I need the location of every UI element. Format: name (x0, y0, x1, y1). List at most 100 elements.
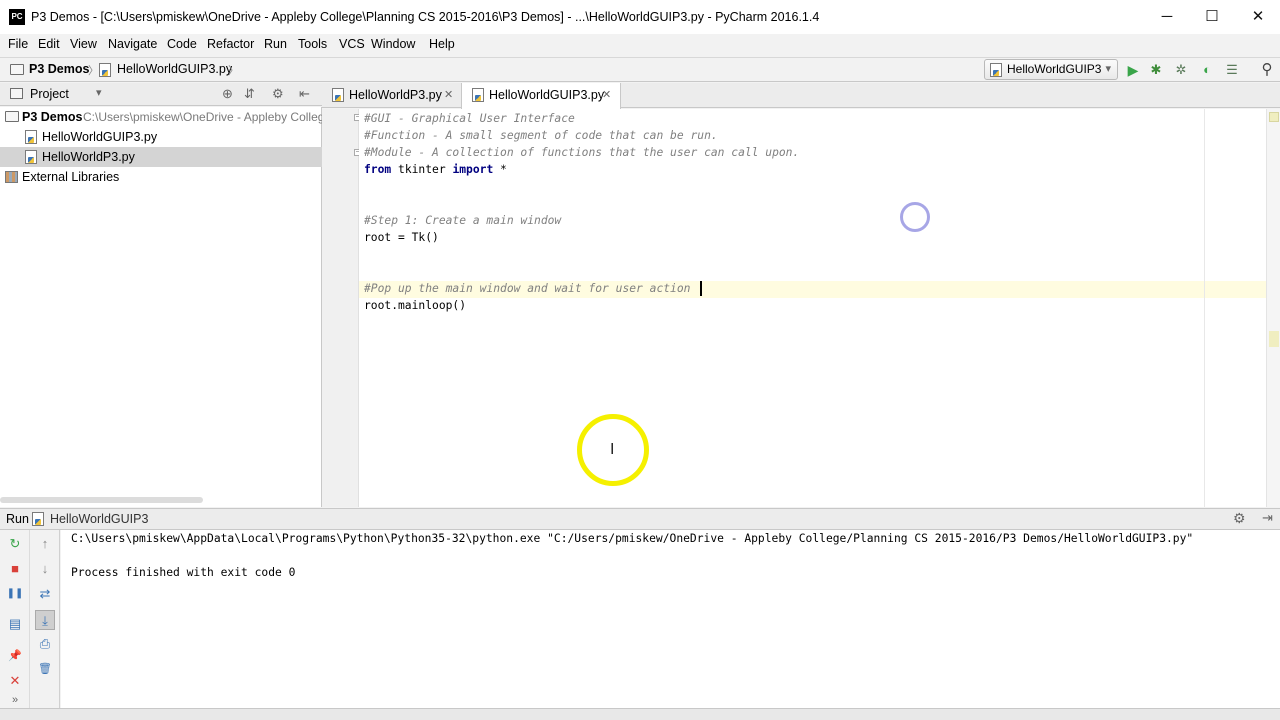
pycharm-logo-icon: PC (9, 9, 25, 25)
close-window-button[interactable]: ✕ (1235, 0, 1280, 34)
project-view-icon (10, 88, 23, 99)
close-icon[interactable]: ✕ (5, 671, 25, 691)
menu-navigate[interactable]: Navigate (108, 37, 157, 51)
chevron-down-icon[interactable]: ▾ (96, 86, 102, 99)
print-icon[interactable]: ⎙ (35, 634, 55, 654)
run-config-tab[interactable]: HelloWorldGUIP3 (50, 512, 148, 526)
horizontal-scrollbar[interactable] (0, 497, 203, 503)
run-configuration-label: HelloWorldGUIP3 (1007, 62, 1102, 76)
more-icon[interactable]: » (5, 690, 25, 710)
editor-gutter[interactable]: − − (322, 109, 361, 507)
menu-help[interactable]: Help (429, 37, 455, 51)
concurrency-icon[interactable]: ☰ (1223, 61, 1241, 79)
tab-helloworldp3[interactable]: HelloWorldP3.py ✕ (322, 83, 462, 108)
close-tab-icon[interactable]: ✕ (602, 83, 611, 107)
profile-icon[interactable]: ◐ (1198, 61, 1216, 79)
menu-refactor[interactable]: Refactor (207, 37, 254, 51)
code-editor[interactable]: #GUI - Graphical User Interface #Functio… (359, 109, 1266, 507)
console-line: Process finished with exit code 0 (71, 566, 296, 579)
menu-bar: File Edit View Navigate Code Refactor Ru… (0, 34, 1280, 56)
menu-view[interactable]: View (70, 37, 97, 51)
project-tree: P3 Demos C:\Users\pmiskew\OneDrive - App… (0, 107, 331, 507)
pause-icon[interactable]: ❚❚ (5, 584, 25, 604)
python-file-icon (25, 130, 37, 144)
run-console[interactable]: C:\Users\pmiskew\AppData\Local\Programs\… (61, 530, 1280, 708)
code-line: #GUI - Graphical User Interface (364, 112, 575, 125)
tab-label: HelloWorldP3.py (349, 88, 442, 102)
gear-icon[interactable]: ⚙ (272, 86, 284, 102)
menu-tools[interactable]: Tools (298, 37, 327, 51)
tree-item-file[interactable]: HelloWorldP3.py (0, 147, 322, 167)
status-bar (0, 708, 1280, 720)
arrow-down-icon[interactable]: ↓ (35, 559, 55, 579)
right-margin-guide (1204, 109, 1205, 507)
tree-item-external-libraries[interactable]: External Libraries (0, 167, 322, 187)
click-indicator-ring (900, 202, 930, 232)
scroll-to-end-icon[interactable]: ⤓ (35, 610, 55, 630)
run-panel-header: Run HelloWorldGUIP3 ⚙ ⇥ (0, 508, 1280, 530)
breadcrumb-separator-2: 〉 (228, 65, 239, 77)
code-line: #Function - A small segment of code that… (364, 129, 718, 142)
menu-code[interactable]: Code (167, 37, 197, 51)
gear-icon[interactable]: ⚙ (1233, 510, 1246, 527)
target-icon[interactable]: ⊕ (222, 86, 233, 102)
close-tab-icon[interactable]: ✕ (444, 83, 453, 107)
python-file-icon (332, 88, 344, 102)
breadcrumb-separator: 〉 (88, 65, 99, 77)
tree-item-label: HelloWorldGUIP3.py (42, 130, 158, 144)
minimize-button[interactable]: ─ (1144, 0, 1190, 34)
rerun-icon[interactable]: ↻ (5, 534, 25, 554)
library-icon (5, 171, 18, 183)
debug-icon[interactable]: ✱ (1147, 61, 1165, 79)
toolbar-divider (29, 530, 30, 708)
project-view-label[interactable]: Project (30, 87, 69, 101)
code-line: #Module - A collection of functions that… (364, 146, 800, 159)
layout-icon[interactable]: ▤ (5, 614, 25, 634)
run-configuration-select[interactable]: HelloWorldGUIP3 ▾ (984, 59, 1118, 80)
tab-helloworldguip3[interactable]: HelloWorldGUIP3.py ✕ (461, 83, 621, 109)
keyword: import (452, 163, 494, 176)
run-icon[interactable]: ▶ (1124, 61, 1142, 79)
hide-panel-icon[interactable]: ⇥ (1262, 510, 1273, 526)
folder-icon (5, 111, 19, 122)
breadcrumb-file[interactable]: HelloWorldGUIP3.py (117, 62, 232, 76)
hide-panel-icon[interactable]: ⇤ (299, 86, 310, 102)
folder-icon (10, 64, 24, 75)
code-line: from tkinter import * (364, 161, 507, 178)
module-name: tkinter (391, 163, 453, 176)
pin-icon[interactable]: 📌 (5, 646, 25, 666)
import-target: * (493, 163, 507, 176)
stop-icon[interactable]: ■ (5, 559, 25, 579)
python-file-icon (472, 88, 484, 102)
inspection-status-icon[interactable] (1269, 112, 1279, 122)
menu-vcs[interactable]: VCS (339, 37, 365, 51)
menu-run[interactable]: Run (264, 37, 287, 51)
menu-file[interactable]: File (8, 37, 28, 51)
chevron-down-icon: ▾ (1105, 63, 1111, 75)
navigation-bar: P3 Demos 〉 HelloWorldGUIP3.py 〉 HelloWor… (0, 57, 1280, 82)
collapse-all-icon[interactable]: ⇵ (244, 86, 255, 102)
trash-icon[interactable]: 🗑 (35, 659, 55, 679)
menu-window[interactable]: Window (371, 37, 415, 51)
python-file-icon (990, 63, 1002, 77)
tree-item-label: P3 Demos (22, 110, 83, 124)
keyword: from (364, 163, 392, 176)
text-cursor-icon: I (610, 441, 615, 458)
error-stripe[interactable] (1266, 109, 1280, 507)
soft-wrap-icon[interactable]: ⇄ (35, 584, 55, 604)
python-file-icon (99, 63, 111, 77)
breadcrumb-project[interactable]: P3 Demos (29, 62, 89, 76)
console-line: C:\Users\pmiskew\AppData\Local\Programs\… (71, 532, 1194, 545)
tree-item-project-root[interactable]: P3 Demos C:\Users\pmiskew\OneDrive - App… (0, 107, 331, 127)
tab-label: HelloWorldGUIP3.py (489, 88, 605, 102)
python-file-icon (25, 150, 37, 164)
code-line: root.mainloop() (364, 299, 467, 312)
menu-edit[interactable]: Edit (38, 37, 60, 51)
coverage-icon[interactable]: ✲ (1172, 61, 1190, 79)
maximize-button[interactable]: ☐ (1189, 0, 1235, 34)
run-toolbar: ↻ ■ ❚❚ ▤ 📌 ✕ » ↑ ↓ ⇄ ⤓ ⎙ 🗑 (0, 530, 60, 708)
search-icon[interactable]: ⚲ (1258, 61, 1276, 79)
arrow-up-icon[interactable]: ↑ (35, 534, 55, 554)
stripe-marker[interactable] (1269, 331, 1279, 347)
tree-item-file[interactable]: HelloWorldGUIP3.py (0, 127, 322, 147)
